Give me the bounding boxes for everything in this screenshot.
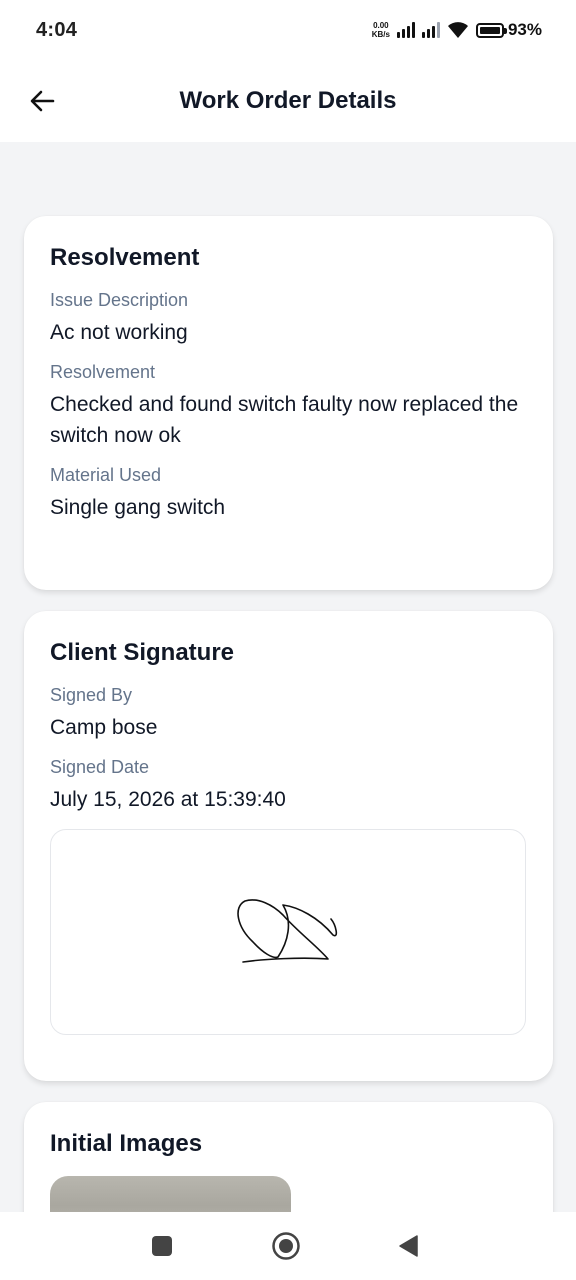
net-speed-indicator: 0.00 KB/s <box>372 21 390 39</box>
battery-icon <box>475 22 507 38</box>
field-label: Signed By <box>50 685 133 705</box>
circle-home-icon <box>272 1232 300 1260</box>
square-recents-icon <box>152 1236 172 1256</box>
triangle-back-icon <box>399 1235 418 1257</box>
back-nav-button[interactable] <box>392 1230 424 1262</box>
resolvement-card: Resolvement Issue Description Ac not wor… <box>24 216 553 590</box>
signature-image <box>50 829 526 1035</box>
status-bar: 4:04 0.00 KB/s 93% <box>0 0 576 60</box>
field-label: Material Used <box>50 465 162 485</box>
net-speed-value: 0.00 <box>373 21 389 30</box>
battery-level: 93% <box>507 20 542 39</box>
field-value: July 15, 2026 at 15:39:40 <box>50 788 286 811</box>
system-nav-bar <box>0 1212 576 1280</box>
net-speed-unit: KB/s <box>371 30 390 39</box>
arrow-left-icon <box>30 90 55 112</box>
recents-button[interactable] <box>146 1230 178 1262</box>
field-label: Signed Date <box>50 757 150 777</box>
status-time: 4:04 <box>36 18 78 41</box>
signal-icon <box>396 22 415 38</box>
wifi-icon <box>447 22 468 38</box>
home-button[interactable] <box>270 1230 302 1262</box>
initial-image-thumbnail[interactable] <box>50 1176 291 1212</box>
initial-images-card: Initial Images <box>24 1102 553 1212</box>
card-title: Resolvement <box>50 244 200 271</box>
details-scroll-area[interactable]: Resolvement Issue Description Ac not wor… <box>0 142 576 1212</box>
app-bar: Work Order Details <box>0 60 576 142</box>
signature-drawing <box>237 899 338 963</box>
signal-icon <box>421 22 440 38</box>
page-title: Work Order Details <box>179 87 397 114</box>
field-label: Issue Description <box>50 290 189 310</box>
card-title: Initial Images <box>50 1130 203 1157</box>
field-value: Camp bose <box>50 716 158 739</box>
back-button[interactable] <box>22 81 62 121</box>
card-title: Client Signature <box>50 639 235 666</box>
field-value: Single gang switch <box>50 496 226 519</box>
field-value: Checked and found switch faulty now repl… <box>50 393 519 447</box>
status-icons: 0.00 KB/s 93% <box>372 20 542 40</box>
client-signature-card: Client Signature Signed By Camp bose Sig… <box>24 611 553 1081</box>
field-value: Ac not working <box>50 321 188 344</box>
battery-indicator: 93% <box>475 20 542 40</box>
field-label: Resolvement <box>50 362 156 382</box>
